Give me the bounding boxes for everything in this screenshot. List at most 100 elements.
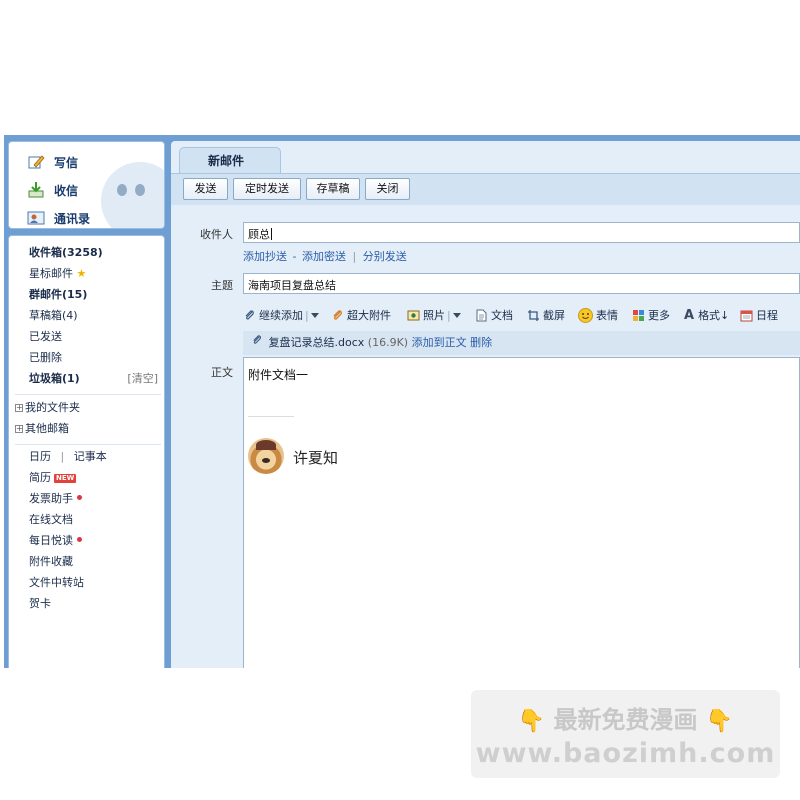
attachment-row: 复盘记录总结.docx (16.9K) 添加到正文 删除 (243, 331, 800, 355)
cc-links: 添加抄送 - 添加密送 | 分别发送 (243, 248, 407, 264)
paperclip-orange-icon (331, 309, 344, 322)
folder-sent[interactable]: 已发送 (29, 328, 62, 346)
receive-link[interactable]: 收信 (27, 178, 78, 202)
chevron-down-icon[interactable] (452, 312, 461, 318)
schedule-button[interactable]: 日程 (740, 307, 778, 323)
other-mailboxes-label: 其他邮箱 (25, 422, 69, 435)
send-button[interactable]: 发送 (183, 178, 228, 200)
recipient-label: 收件人 (200, 228, 233, 241)
photo-icon (407, 309, 420, 322)
body-text: 附件文档一 (248, 368, 309, 382)
paperclip-icon (243, 309, 256, 322)
resume-label: 简历 (29, 471, 51, 484)
my-folders-label: 我的文件夹 (25, 401, 80, 414)
compose-form: 收件人 顾总 添加抄送 - 添加密送 | 分别发送 主题 海南项目复盘总结 继续… (171, 205, 800, 668)
format-button[interactable]: A 格式↓ (684, 307, 729, 323)
contacts-link[interactable]: 通讯录 (27, 206, 90, 228)
message-body-editor[interactable]: 附件文档一 许夏知 (243, 357, 800, 668)
document-icon (475, 309, 488, 322)
large-attachment-button[interactable]: 超大附件 (331, 307, 391, 323)
emoji-button[interactable]: 表情 (578, 307, 618, 323)
folder-my-folders[interactable]: + 我的文件夹 (15, 399, 80, 417)
tab-new-mail[interactable]: 新邮件 (179, 147, 281, 173)
cc-dash: - (292, 250, 297, 263)
folder-deleted[interactable]: 已删除 (29, 349, 62, 367)
photo-button[interactable]: 照片 | (407, 307, 461, 323)
notepad-link[interactable]: 记事本 (74, 450, 107, 463)
screenshot-icon (527, 309, 540, 322)
smiley-icon (578, 307, 593, 323)
cc-divider: | (352, 250, 357, 263)
app-divider: | (60, 450, 65, 463)
contacts-card-icon (27, 209, 45, 227)
compose-pen-icon (27, 153, 45, 171)
divider (15, 444, 161, 445)
folder-group[interactable]: 群邮件(15) (29, 286, 87, 304)
folder-drafts[interactable]: 草稿箱(4) (29, 307, 78, 325)
folder-inbox[interactable]: 收件箱(3258) (29, 244, 103, 262)
folder-starred-label: 星标邮件 (29, 267, 73, 280)
subject-input[interactable]: 海南项目复盘总结 (243, 273, 800, 294)
expand-plus-icon[interactable]: + (15, 425, 23, 433)
emoji-label: 表情 (596, 309, 618, 322)
grid-more-icon (632, 309, 645, 322)
recipient-text: 顾总 (248, 228, 270, 241)
signature-avatar (248, 438, 284, 474)
calendar-link[interactable]: 日历 (29, 450, 51, 463)
recipient-value: 顾总 (248, 226, 272, 242)
daily-read-label: 每日悦读 (29, 534, 73, 547)
paperclip-icon (251, 331, 265, 355)
more-button[interactable]: 更多 (632, 307, 670, 323)
scheduled-send-button[interactable]: 定时发送 (233, 178, 301, 200)
compose-label: 写信 (54, 155, 79, 170)
add-bcc-link[interactable]: 添加密送 (302, 250, 346, 263)
quick-actions-panel: 写信 收信 通讯录 (8, 141, 165, 229)
document-button[interactable]: 文档 (475, 307, 513, 323)
font-a-icon: A (684, 307, 695, 323)
clear-spam-link[interactable]: [清空] (127, 370, 158, 386)
subject-value: 海南项目复盘总结 (248, 279, 336, 292)
star-icon: ★ (76, 267, 87, 280)
folder-spam[interactable]: 垃圾箱(1) (29, 370, 80, 388)
chevron-down-icon[interactable] (310, 312, 319, 318)
screenshot-button[interactable]: 截屏 (527, 307, 565, 323)
add-to-body-link[interactable]: 添加到正文 (412, 336, 467, 349)
mail-client-window: 写信 收信 通讯录 收件箱(3258) 星标邮件 ★ 群邮件(15) 草稿箱(4… (4, 135, 800, 668)
daily-read-link[interactable]: 每日悦读 (29, 532, 82, 550)
continue-add-label: 继续添加 (259, 309, 303, 322)
inbox-download-icon (27, 181, 45, 199)
invoice-assistant-link[interactable]: 发票助手 (29, 490, 82, 508)
schedule-label: 日程 (756, 309, 778, 322)
expand-plus-icon[interactable]: + (15, 404, 23, 412)
screenshot-label: 截屏 (543, 309, 565, 322)
folder-other-mailboxes[interactable]: + 其他邮箱 (15, 420, 69, 438)
separator: | (305, 308, 309, 322)
close-button[interactable]: 关闭 (365, 178, 410, 200)
attachment-file-name: 复盘记录总结.docx (268, 336, 365, 349)
delete-attachment-link[interactable]: 删除 (470, 336, 492, 349)
file-transfer-link[interactable]: 文件中转站 (29, 574, 84, 592)
online-docs-link[interactable]: 在线文档 (29, 511, 73, 529)
separate-send-link[interactable]: 分别发送 (363, 250, 407, 263)
subject-label: 主题 (211, 279, 233, 292)
document-label: 文档 (491, 309, 513, 322)
notification-dot (77, 495, 82, 500)
invoice-label: 发票助手 (29, 492, 73, 505)
photo-label: 照片 (423, 309, 445, 322)
resume-link[interactable]: 简历 NEW (29, 469, 77, 487)
attachment-collection-link[interactable]: 附件收藏 (29, 553, 73, 571)
compose-toolbar: 发送 定时发送 存草稿 关闭 (171, 173, 800, 205)
notification-dot (77, 537, 82, 542)
folder-starred[interactable]: 星标邮件 ★ (29, 265, 86, 283)
continue-add-button[interactable]: 继续添加 | (243, 307, 319, 323)
separator: | (447, 308, 451, 322)
greeting-cards-link[interactable]: 贺卡 (29, 595, 51, 613)
pointing-down-hand-icon: 👇 (517, 708, 546, 734)
recipient-input[interactable]: 顾总 (243, 222, 800, 243)
save-draft-button[interactable]: 存草稿 (306, 178, 360, 200)
calendar-notepad-row: 日历 | 记事本 (29, 448, 107, 466)
add-cc-link[interactable]: 添加抄送 (243, 250, 287, 263)
compose-link[interactable]: 写信 (27, 150, 78, 174)
folder-panel: 收件箱(3258) 星标邮件 ★ 群邮件(15) 草稿箱(4) 已发送 已删除 … (8, 235, 165, 668)
attachment-file-size: (16.9K) (367, 336, 409, 349)
